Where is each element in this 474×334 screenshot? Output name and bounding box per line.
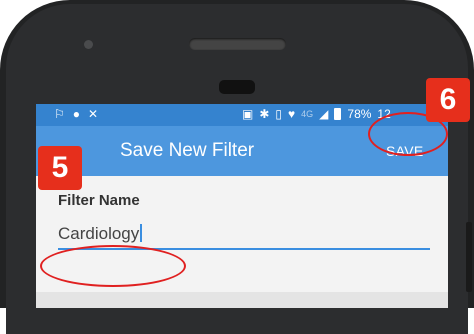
android-icon: ● bbox=[72, 107, 81, 121]
filter-form: Filter Name Cardiology bbox=[36, 176, 448, 308]
missed-call-icon: ✕ bbox=[88, 107, 99, 121]
text-caret bbox=[140, 224, 143, 242]
filter-name-label: Filter Name bbox=[58, 192, 140, 209]
clock: 12 bbox=[377, 107, 391, 121]
proximity-sensor bbox=[219, 80, 255, 94]
status-bar: ⚐ ● ✕ ▣ ✱ ▯ ♥ 4G ◢ 78% 12 bbox=[36, 104, 448, 126]
front-camera bbox=[84, 40, 93, 49]
battery-icon bbox=[334, 108, 342, 120]
page-title: Save New Filter bbox=[120, 140, 255, 161]
battery-percent: 78% bbox=[347, 107, 372, 121]
vibrate-icon: ▯ bbox=[275, 107, 283, 121]
cast-icon: ▣ bbox=[242, 107, 254, 121]
wifi-icon: ♥ bbox=[288, 107, 296, 121]
phone-screen: ⚐ ● ✕ ▣ ✱ ▯ ♥ 4G ◢ 78% 12 Save New Filte… bbox=[36, 104, 448, 308]
earpiece-speaker bbox=[189, 38, 286, 50]
network-label: 4G bbox=[301, 109, 314, 119]
app-bar: Save New Filter SAVE bbox=[36, 126, 448, 176]
signal-icon: ◢ bbox=[319, 107, 329, 121]
form-lower-area bbox=[36, 292, 448, 308]
step-6-badge: 6 bbox=[426, 78, 470, 122]
step-5-badge: 5 bbox=[38, 146, 82, 190]
power-button bbox=[466, 222, 472, 292]
save-button[interactable]: SAVE bbox=[386, 143, 424, 159]
filter-name-input[interactable]: Cardiology bbox=[58, 220, 430, 250]
filter-name-value: Cardiology bbox=[58, 224, 140, 243]
bluetooth-icon: ✱ bbox=[259, 107, 270, 121]
notification-icon: ⚐ bbox=[54, 107, 65, 121]
